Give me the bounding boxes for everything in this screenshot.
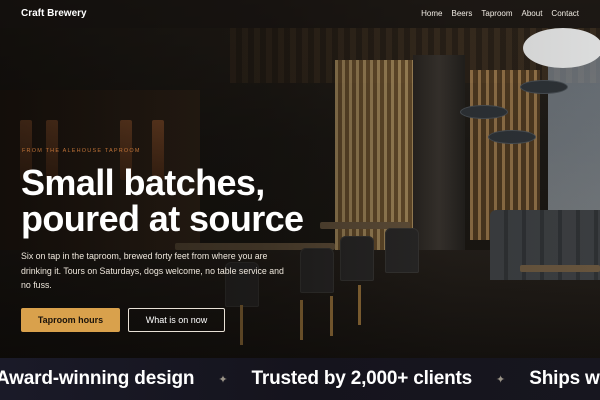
hero-headline: Small batches, poured at source <box>21 165 401 237</box>
nav-link-about[interactable]: About <box>522 9 543 18</box>
sparkle-icon: ✦ <box>218 373 228 386</box>
headline-line: poured at source <box>21 198 304 239</box>
nav-link-taproom[interactable]: Taproom <box>481 9 512 18</box>
marquee-item: Ships wo <box>529 368 600 389</box>
nav-links: Home Beers Taproom About Contact <box>421 9 579 18</box>
nav-link-home[interactable]: Home <box>421 9 442 18</box>
marquee-track: Award-winning design ✦ Trusted by 2,000+… <box>0 368 600 390</box>
nav-link-contact[interactable]: Contact <box>551 9 579 18</box>
whats-on-button[interactable]: What is on now <box>128 308 225 332</box>
sparkle-icon: ✦ <box>496 373 506 386</box>
brand-logo[interactable]: Craft Brewery <box>21 8 87 19</box>
hero-eyebrow: FROM THE ALEHOUSE TAPROOM <box>22 148 141 154</box>
top-nav: Craft Brewery Home Beers Taproom About C… <box>0 0 600 28</box>
marquee-item: Trusted by 2,000+ clients <box>251 368 473 389</box>
hero-description: Six on tap in the taproom, brewed forty … <box>21 251 284 290</box>
marquee-strip: Award-winning design ✦ Trusted by 2,000+… <box>0 358 600 400</box>
headline-line: Small batches, <box>21 162 265 203</box>
taproom-hours-button[interactable]: Taproom hours <box>21 308 120 332</box>
nav-link-beers[interactable]: Beers <box>451 9 472 18</box>
marquee-item: Award-winning design <box>0 368 195 389</box>
